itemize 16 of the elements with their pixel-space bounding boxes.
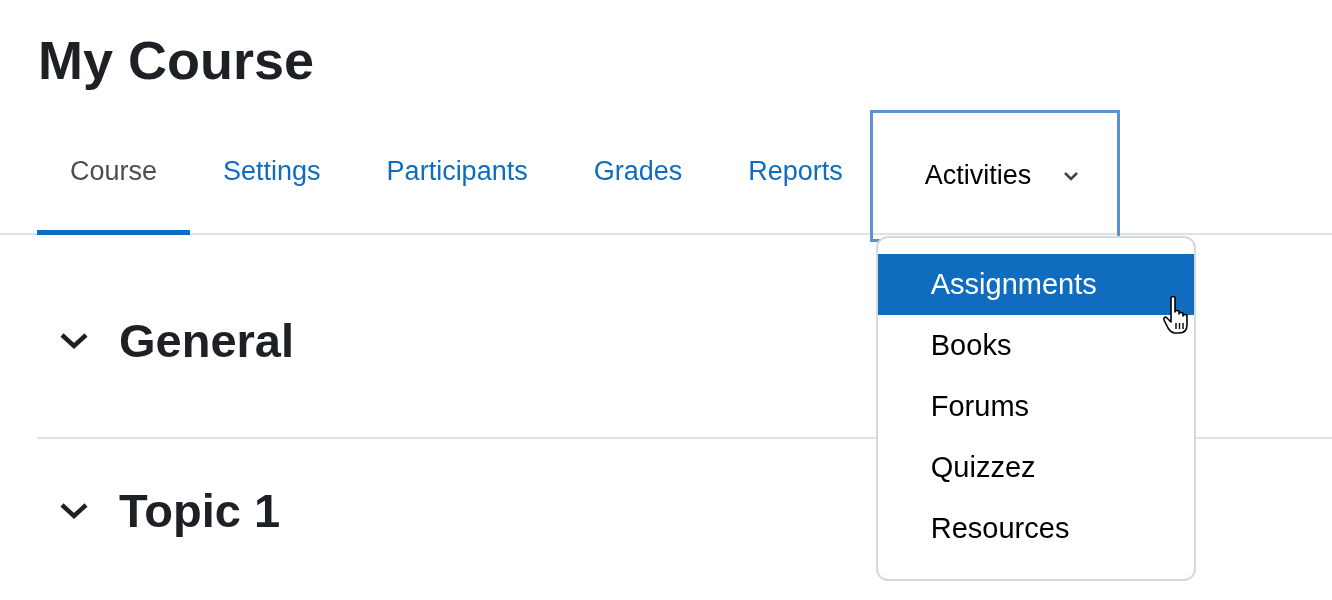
menu-item[interactable]: Assignments — [877, 253, 1194, 315]
menu-item[interactable]: Books — [877, 314, 1194, 376]
collapse-chevron-icon[interactable] — [59, 330, 89, 352]
menu-item[interactable]: Quizzez — [877, 436, 1194, 498]
menu-item[interactable]: Resources — [877, 497, 1194, 559]
nav-tab[interactable]: Reports — [715, 112, 876, 235]
nav-tab[interactable]: Course — [37, 112, 191, 235]
section-title: General — [119, 312, 295, 369]
nav-tab[interactable]: Participants — [353, 112, 561, 235]
page-title: My Course — [37, 29, 316, 92]
menu-item[interactable]: Forums — [877, 375, 1194, 437]
nav-tab[interactable]: Settings — [190, 112, 354, 235]
caret-icon — [1063, 169, 1080, 182]
section-title: Topic 1 — [119, 483, 281, 540]
tab-label: Activities — [924, 160, 1032, 192]
nav-tab[interactable]: Grades — [560, 112, 716, 235]
